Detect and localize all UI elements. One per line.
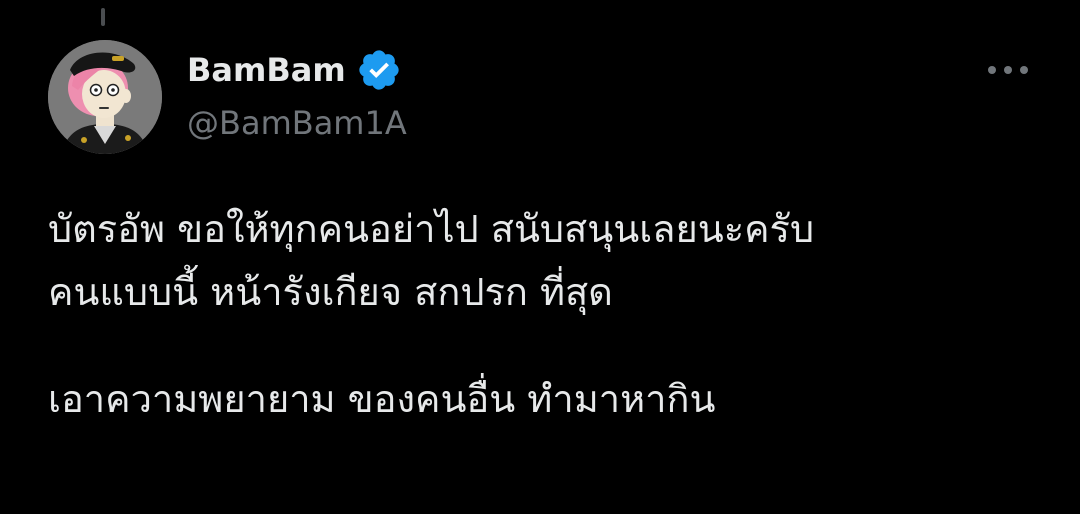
tweet-text-line: เอาความพยายาม ของคนอื่น ทำมาหากิน (48, 377, 716, 421)
cartoon-avatar-image (48, 40, 162, 154)
author-avatar[interactable] (48, 40, 162, 154)
thread-connector-line (101, 8, 105, 26)
tweet-text-line: คนแบบนี้ หน้ารังเกียจ สกปรก ที่สุด (48, 270, 613, 314)
author-handle[interactable]: @BamBam1A (187, 104, 407, 142)
author-name-row: BamBam (187, 46, 402, 94)
verified-badge-icon (356, 47, 402, 93)
more-options-button[interactable] (980, 56, 1036, 84)
tweet-body: บัตรอัพ ขอให้ทุกคนอย่าไป สนับสนุนเลยนะคร… (48, 198, 1058, 431)
tweet-text-line: บัตรอัพ ขอให้ทุกคนอย่าไป สนับสนุนเลยนะคร… (48, 207, 815, 251)
author-display-name[interactable]: BamBam (187, 51, 346, 89)
more-horizontal-icon (988, 66, 1028, 74)
